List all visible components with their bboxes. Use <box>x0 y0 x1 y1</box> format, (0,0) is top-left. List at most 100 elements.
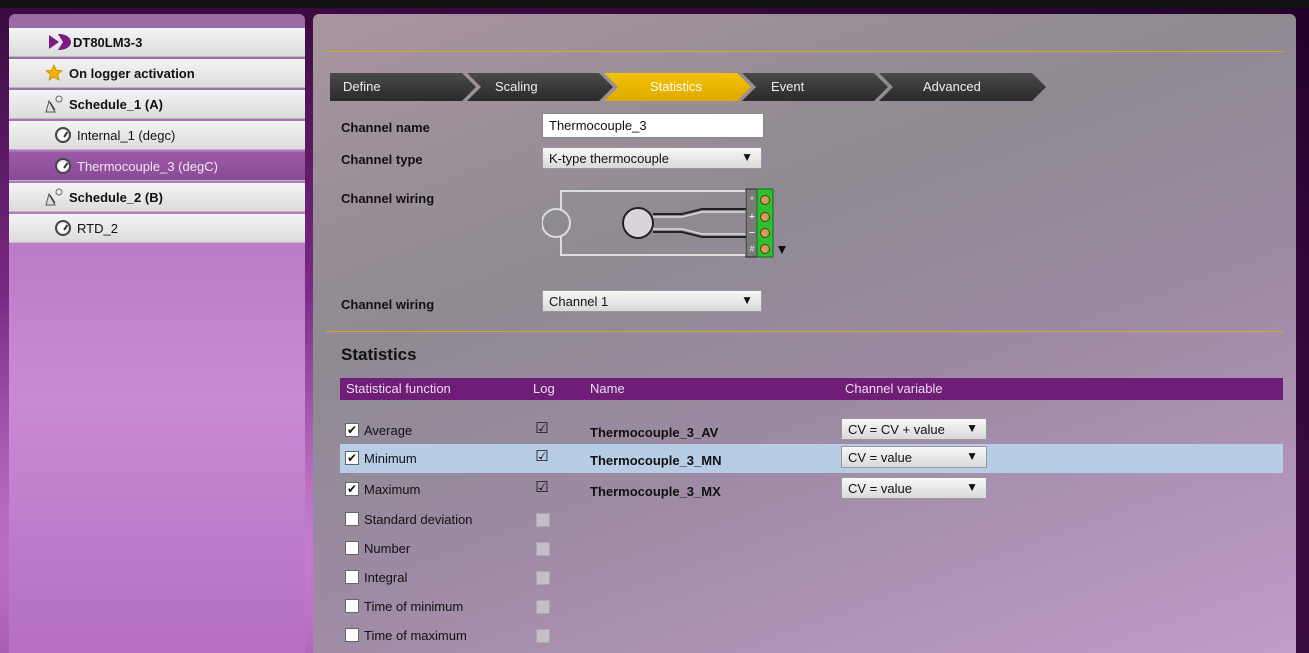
sidebar-item-schedule-1[interactable]: Schedule_1 (A) <box>9 90 305 119</box>
table-row: Time of minimum <box>340 591 1283 620</box>
tab-label: Event <box>771 79 805 94</box>
sidebar-item-label: RTD_2 <box>77 220 118 236</box>
row-label: Time of minimum <box>364 599 464 614</box>
sidebar-tree: DT80LM3-3 On logger activation Schedule_… <box>9 14 305 653</box>
cv-value: CV = value <box>848 450 912 465</box>
sidebar-item-label: Internal_1 (degc) <box>77 127 176 143</box>
table-row: Number <box>340 533 1283 562</box>
sidebar-item-label: Thermocouple_3 (degC) <box>77 158 218 174</box>
gauge-icon <box>55 158 71 174</box>
channel-type-label: Channel type <box>341 152 423 167</box>
table-row[interactable]: ✔ Minimum ☑ Thermocouple_3_MN CV = value… <box>340 444 1283 473</box>
table-row: ✔ Average ☑ Thermocouple_3_AV CV = CV + … <box>340 416 1283 445</box>
integral-checkbox[interactable] <box>345 570 359 584</box>
channel-editor-panel: Define Scaling Statistics Event Advanced… <box>313 14 1296 653</box>
standard-deviation-checkbox[interactable] <box>345 512 359 526</box>
tab-statistics[interactable]: Statistics <box>604 73 751 101</box>
header-function: Statistical function <box>346 381 451 396</box>
sidebar-item-thermocouple-3[interactable]: Thermocouple_3 (degC) <box>9 152 305 181</box>
dropdown-arrow-icon: ▼ <box>966 449 978 463</box>
dropdown-arrow-icon: ▼ <box>741 150 753 164</box>
row-name: Thermocouple_3_AV <box>590 425 719 440</box>
row-name: Thermocouple_3_MN <box>590 453 722 468</box>
row-label: Maximum <box>364 482 421 497</box>
divider <box>326 331 1283 332</box>
channel-name-input[interactable]: Thermocouple_3 <box>542 113 764 138</box>
terminal-hash: # <box>749 244 754 254</box>
sidebar-item-label: Schedule_2 (B) <box>69 189 163 205</box>
header-log: Log <box>533 381 555 396</box>
channel-wiring-select[interactable]: Channel 1 ▼ <box>542 290 762 312</box>
tab-event[interactable]: Event <box>742 73 888 101</box>
average-cv-select[interactable]: CV = CV + value ▼ <box>841 418 987 440</box>
cv-value: CV = CV + value <box>848 422 945 437</box>
minimum-checkbox[interactable]: ✔ <box>345 451 359 465</box>
maximum-cv-select[interactable]: CV = value ▼ <box>841 477 987 499</box>
dropdown-arrow-icon: ▼ <box>741 293 753 307</box>
table-row: ✔ Maximum ☑ Thermocouple_3_MX CV = value… <box>340 475 1283 504</box>
sidebar-item-on-logger-activation[interactable]: On logger activation <box>9 59 305 88</box>
sidebar-item-label: On logger activation <box>69 65 195 81</box>
tab-label: Advanced <box>923 79 981 94</box>
tab-define[interactable]: Define <box>330 73 476 101</box>
channel-wiring-value: Channel 1 <box>549 294 609 309</box>
row-label: Average <box>364 423 413 438</box>
statistics-section-title: Statistics <box>341 345 417 364</box>
row-label: Minimum <box>364 451 417 466</box>
terminal-plus: + <box>749 211 755 223</box>
table-row: Time of maximum <box>340 620 1283 649</box>
standard-deviation-log-checkbox <box>536 513 550 527</box>
row-name: Thermocouple_3_MX <box>590 484 721 499</box>
dropdown-arrow-icon: ▼ <box>966 421 978 435</box>
channel-wiring-label-2: Channel wiring <box>341 297 435 312</box>
sidebar-item-rtd-2[interactable]: RTD_2 <box>9 214 305 243</box>
channel-type-select[interactable]: K-type thermocouple ▼ <box>542 147 762 169</box>
gauge-icon <box>55 220 71 236</box>
time-of-maximum-log-checkbox <box>536 629 550 643</box>
tab-label: Statistics <box>650 79 703 94</box>
tab-scaling[interactable]: Scaling <box>467 73 613 101</box>
sidebar-item-schedule-2[interactable]: Schedule_2 (B) <box>9 183 305 212</box>
window-top-border <box>0 0 1309 8</box>
table-row: Integral <box>340 562 1283 591</box>
wiring-diagram: * + − # <box>542 188 786 258</box>
star-icon <box>45 63 63 82</box>
schedule-icon <box>45 95 63 113</box>
header-channel-variable: Channel variable <box>845 381 943 396</box>
integral-log-checkbox <box>536 571 550 585</box>
cv-value: CV = value <box>848 481 912 496</box>
channel-name-label: Channel name <box>341 120 430 135</box>
terminal-minus: − <box>749 227 755 239</box>
sidebar-item-label: DT80LM3-3 <box>73 34 143 50</box>
row-label: Number <box>364 541 411 556</box>
table-row: Standard deviation <box>340 504 1283 533</box>
maximum-checkbox[interactable]: ✔ <box>345 482 359 496</box>
divider <box>326 51 1283 52</box>
time-of-maximum-checkbox[interactable] <box>345 628 359 642</box>
channel-type-value: K-type thermocouple <box>549 151 669 166</box>
time-of-minimum-checkbox[interactable] <box>345 599 359 613</box>
time-of-minimum-log-checkbox <box>536 600 550 614</box>
sidebar-item-device[interactable]: DT80LM3-3 <box>9 28 305 57</box>
dropdown-arrow-icon: ▼ <box>966 480 978 494</box>
minimum-log-checkbox[interactable]: ☑ <box>535 449 549 464</box>
tab-advanced[interactable]: Advanced <box>879 73 1046 101</box>
row-label: Integral <box>364 570 408 585</box>
header-name: Name <box>590 381 625 396</box>
wizard-steps: Define Scaling Statistics Event Advanced <box>330 73 1046 101</box>
number-checkbox[interactable] <box>345 541 359 555</box>
number-log-checkbox <box>536 542 550 556</box>
channel-wiring-label: Channel wiring <box>341 191 435 206</box>
average-log-checkbox[interactable]: ☑ <box>535 421 549 436</box>
maximum-log-checkbox[interactable]: ☑ <box>535 480 549 495</box>
sidebar-item-label: Schedule_1 (A) <box>69 96 163 112</box>
row-label: Time of maximum <box>364 628 467 643</box>
datataker-logo-icon <box>49 33 71 51</box>
minimum-cv-select[interactable]: CV = value ▼ <box>841 446 987 468</box>
sidebar-item-internal-1[interactable]: Internal_1 (degc) <box>9 121 305 150</box>
row-label: Standard deviation <box>364 512 473 527</box>
tab-label: Scaling <box>495 79 538 94</box>
gauge-icon <box>55 127 71 143</box>
terminal-star: * <box>750 195 754 205</box>
average-checkbox[interactable]: ✔ <box>345 423 359 437</box>
